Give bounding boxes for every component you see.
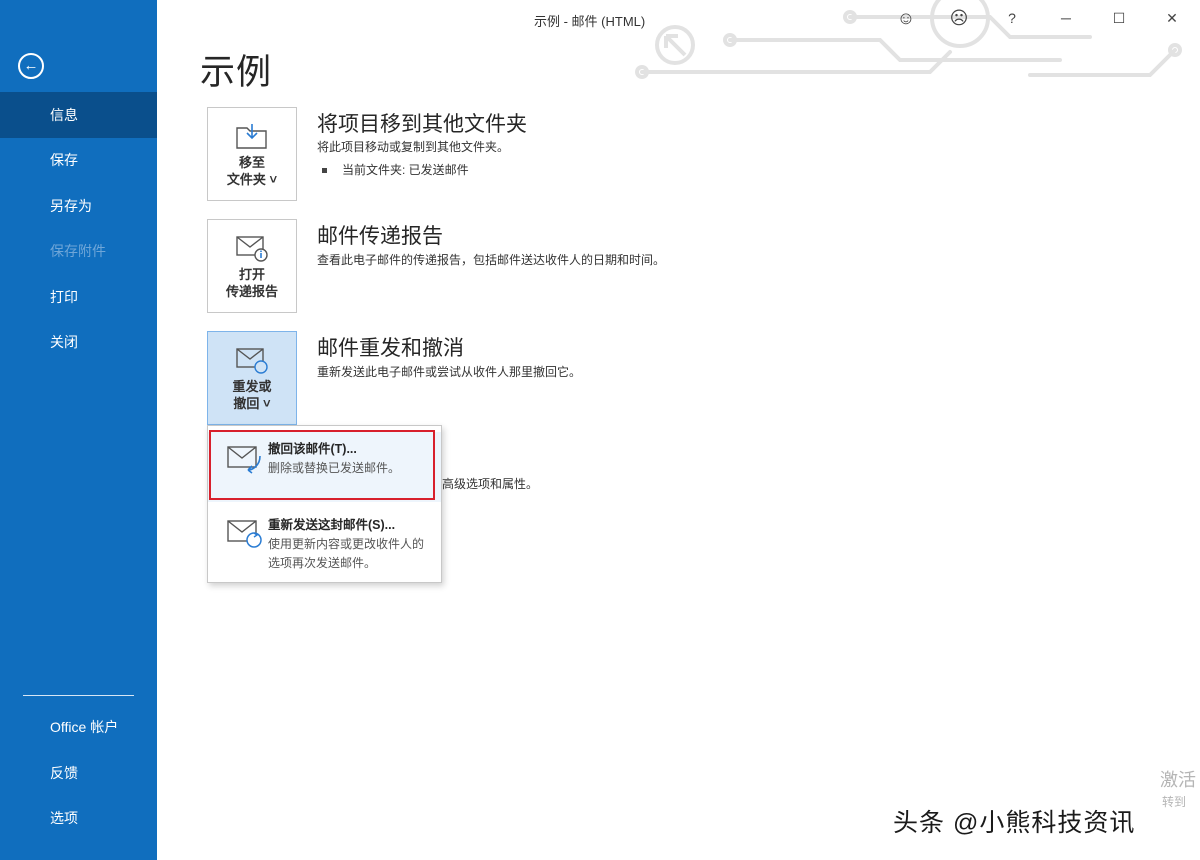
- resend-message-menu-item[interactable]: 重新发送这封邮件(S)... 使用更新内容或更改收件人的选项再次发送邮件。: [208, 504, 441, 580]
- activate-windows-text: 激活: [1160, 770, 1196, 790]
- report-section-title: 邮件传递报告: [317, 225, 443, 248]
- resend-section-desc: 重新发送此电子邮件或尝试从收件人那里撤回它。: [317, 365, 582, 379]
- sidebar-item-close[interactable]: 关闭: [0, 319, 157, 365]
- move-section-title: 将项目移到其他文件夹: [317, 113, 527, 136]
- resend-or-recall-button[interactable]: 重发或 撤回 ˅: [207, 331, 297, 425]
- resend-item-desc: 使用更新内容或更改收件人的选项再次发送邮件。: [268, 537, 425, 570]
- sidebar-item-save-attachments: 保存附件: [50, 243, 106, 259]
- current-folder-info: 当前文件夹: 已发送邮件: [322, 161, 469, 178]
- current-folder-text: 当前文件夹: 已发送邮件: [342, 163, 469, 177]
- mail-resend-icon: [227, 520, 262, 548]
- back-arrow-icon[interactable]: ←: [18, 53, 44, 79]
- move-to-folder-button[interactable]: 移至 文件夹 ˅: [207, 107, 297, 201]
- resend-section-title: 邮件重发和撤消: [317, 337, 464, 360]
- report-section-desc: 查看此电子邮件的传递报告，包括邮件送达收件人的日期和时间。: [317, 253, 666, 267]
- sidebar-item-print[interactable]: 打印: [0, 274, 157, 320]
- folder-move-icon: [236, 124, 267, 149]
- resend-item-title: 重新发送这封邮件(S)...: [268, 518, 396, 532]
- window-title: 示例 - 邮件 (HTML): [534, 14, 646, 29]
- sidebar-item-options[interactable]: 选项: [0, 795, 157, 841]
- smile-feedback-icon[interactable]: ☺: [890, 6, 922, 30]
- close-button[interactable]: ✕: [1156, 6, 1188, 30]
- frown-feedback-icon[interactable]: ☹: [943, 6, 975, 30]
- watermark-text: 头条 @小熊科技资讯: [893, 809, 1136, 837]
- resend-tile-label: 重发或 撤回 ˅: [232, 379, 272, 411]
- report-tile-label: 打开 传递报告: [225, 267, 278, 299]
- sidebar-item-save-as[interactable]: 另存为: [0, 183, 157, 229]
- recall-item-desc: 删除或替换已发送邮件。: [268, 461, 401, 475]
- properties-desc-partial: 高级选项和属性。: [442, 477, 539, 491]
- mail-resend-icon: [236, 348, 268, 374]
- sidebar-item-save[interactable]: 保存: [0, 137, 157, 183]
- move-section-desc: 将此项目移动或复制到其他文件夹。: [317, 140, 510, 154]
- backstage-sidebar: ← 信息 保存 另存为 保存附件 打印 关闭 Office 帐户 反馈 选项: [0, 0, 157, 860]
- recall-message-menu-item[interactable]: 撤回该邮件(T)... 删除或替换已发送邮件。: [208, 432, 441, 502]
- recall-item-title: 撤回该邮件(T)...: [268, 442, 357, 456]
- mail-recall-icon: [227, 446, 261, 474]
- mail-info-icon: [236, 236, 268, 262]
- sidebar-divider: [23, 695, 134, 696]
- help-button[interactable]: ?: [996, 6, 1028, 30]
- maximize-button[interactable]: ☐: [1103, 6, 1135, 30]
- page-title: 示例: [200, 53, 273, 92]
- resend-recall-menu: 撤回该邮件(T)... 删除或替换已发送邮件。 重新发送这封邮件(S)... 使…: [207, 425, 442, 583]
- bullet-icon: [322, 168, 327, 174]
- activate-windows-subtext: 转到: [1162, 795, 1187, 809]
- open-delivery-report-button[interactable]: 打开 传递报告: [207, 219, 297, 313]
- sidebar-item-info[interactable]: 信息: [0, 92, 157, 138]
- move-tile-label: 移至 文件夹 ˅: [226, 155, 278, 187]
- sidebar-item-office-account[interactable]: Office 帐户: [0, 704, 157, 750]
- sidebar-item-feedback[interactable]: 反馈: [0, 750, 157, 796]
- minimize-button[interactable]: ─: [1050, 6, 1082, 30]
